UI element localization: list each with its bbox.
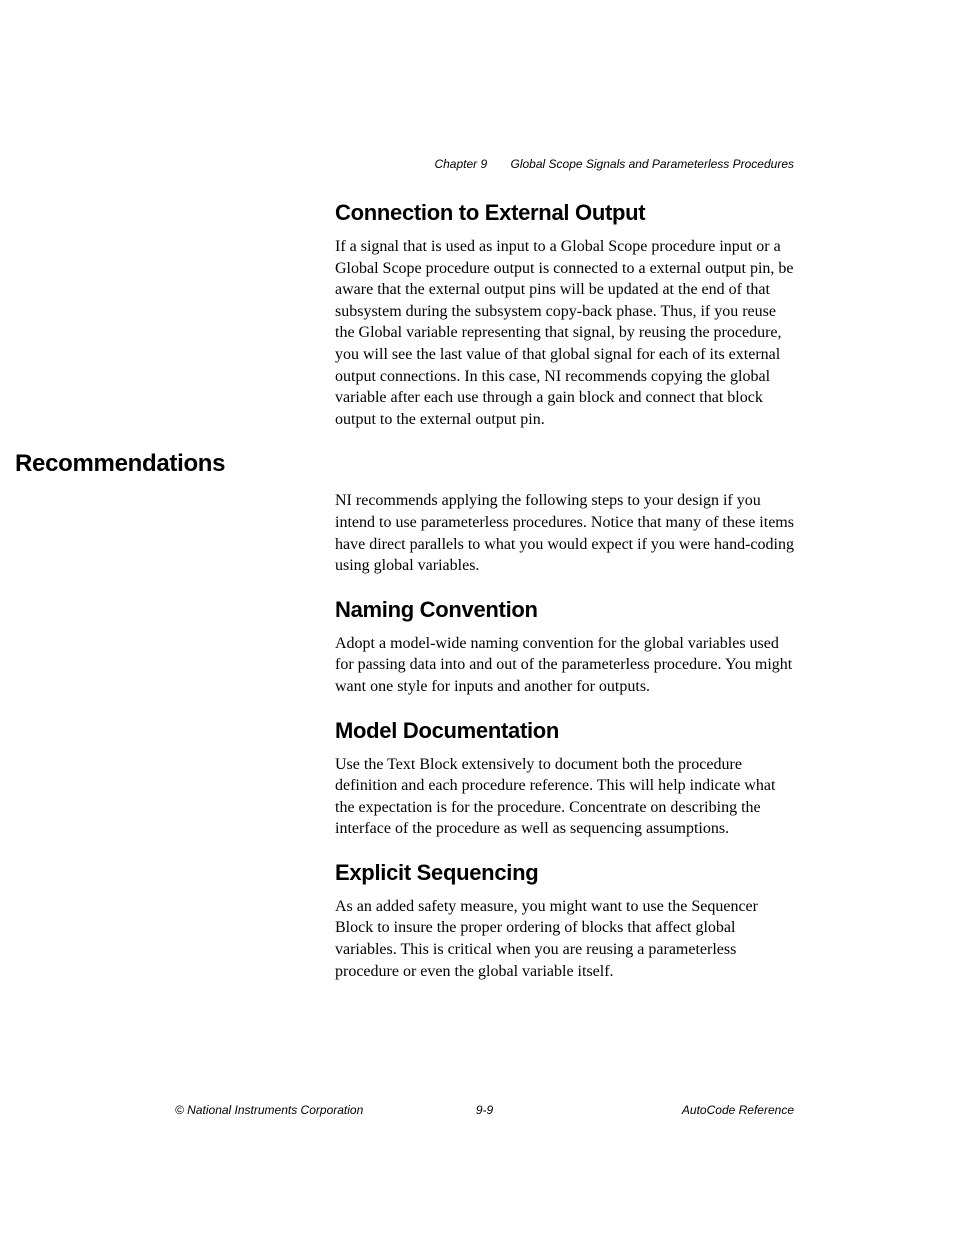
heading-naming: Naming Convention (335, 597, 794, 623)
footer-copyright: © National Instruments Corporation (175, 1103, 363, 1117)
section-naming: Naming Convention Adopt a model-wide nam… (335, 597, 794, 698)
body-naming: Adopt a model-wide naming convention for… (335, 633, 794, 698)
chapter-number: Chapter 9 (434, 157, 487, 171)
body-sequencing: As an added safety measure, you might wa… (335, 896, 794, 982)
section-documentation: Model Documentation Use the Text Block e… (335, 718, 794, 840)
body-connection: If a signal that is used as input to a G… (335, 236, 794, 430)
heading-connection: Connection to External Output (335, 200, 794, 226)
body-recommendations: NI recommends applying the following ste… (335, 490, 794, 576)
page-content: Connection to External Output If a signa… (175, 200, 794, 1002)
footer-page-number: 9-9 (476, 1103, 493, 1117)
heading-documentation: Model Documentation (335, 718, 794, 744)
heading-sequencing: Explicit Sequencing (335, 860, 794, 886)
page-header: Chapter 9 Global Scope Signals and Param… (434, 157, 794, 171)
section-recommendations: Recommendations NI recommends applying t… (175, 450, 794, 576)
footer-doc-title: AutoCode Reference (682, 1103, 794, 1117)
heading-recommendations: Recommendations (15, 450, 794, 478)
section-sequencing: Explicit Sequencing As an added safety m… (335, 860, 794, 982)
section-connection: Connection to External Output If a signa… (335, 200, 794, 430)
page-footer: © National Instruments Corporation 9-9 A… (175, 1103, 794, 1117)
body-documentation: Use the Text Block extensively to docume… (335, 754, 794, 840)
chapter-title: Global Scope Signals and Parameterless P… (511, 157, 795, 171)
